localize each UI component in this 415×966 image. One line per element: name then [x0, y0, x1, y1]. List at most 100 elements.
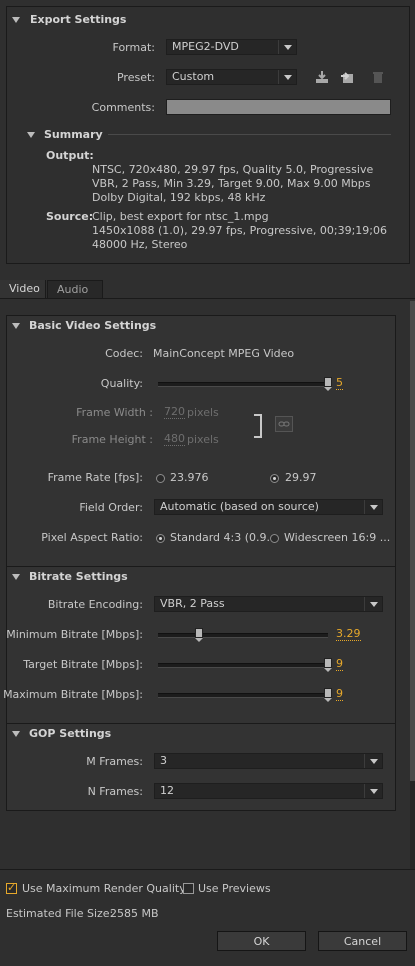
format-label: Format: [112, 41, 155, 54]
summary-title: Summary [44, 128, 103, 141]
codec-label: Codec: [105, 347, 143, 360]
save-preset-icon[interactable] [315, 70, 329, 84]
chevron-down-icon [370, 602, 378, 607]
chevron-down-icon [284, 75, 292, 80]
chevron-down-icon [370, 505, 378, 510]
min-bitrate-slider-track[interactable] [158, 633, 328, 638]
max-bitrate-slider-thumb[interactable] [324, 688, 332, 702]
gop-settings-title: GOP Settings [29, 727, 112, 740]
m-frames-value: 3 [160, 754, 167, 767]
frame-rate-radio-23976[interactable] [156, 474, 165, 483]
max-render-quality-label[interactable]: Use Maximum Render Quality [22, 882, 186, 895]
source-line-2: 1450x1088 (1.0), 29.97 fps, Progressive,… [92, 224, 388, 237]
tab-video[interactable]: Video [0, 280, 46, 298]
bitrate-encoding-dropdown[interactable]: VBR, 2 Pass [154, 596, 383, 612]
bitrate-encoding-label: Bitrate Encoding: [47, 598, 143, 611]
source-line-1: Clip, best export for ntsc_1.mpg [92, 210, 269, 223]
preset-value: Custom [172, 70, 215, 83]
collapse-summary-icon[interactable] [27, 132, 35, 138]
export-settings-title: Export Settings [30, 13, 127, 26]
par-option-widescreen: Widescreen 16:9 ... [284, 531, 391, 544]
max-render-quality-checkbox[interactable] [6, 881, 17, 894]
max-bitrate-value[interactable]: 9 [336, 688, 343, 701]
par-option-standard: Standard 4:3 (0.9... [170, 531, 278, 544]
target-bitrate-value[interactable]: 9 [336, 658, 343, 671]
output-line-2: VBR, 2 Pass, Min 3.29, Target 9.00, Max … [92, 177, 371, 190]
collapse-bitrate-icon[interactable] [12, 574, 20, 580]
frame-width-value: 720 [164, 405, 185, 419]
frame-height-unit: pixels [187, 433, 219, 446]
quality-slider-thumb[interactable] [324, 377, 332, 391]
field-order-dropdown[interactable]: Automatic (based on source) [154, 499, 383, 515]
target-bitrate-slider-track[interactable] [158, 663, 328, 668]
quality-slider-track[interactable] [158, 382, 328, 387]
dropdown-separator [364, 500, 365, 514]
m-frames-dropdown[interactable]: 3 [154, 753, 383, 769]
frame-rate-radio-2997[interactable] [270, 474, 279, 483]
frame-height-value: 480 [164, 432, 185, 446]
chain-link-icon[interactable] [275, 416, 293, 432]
frame-rate-label: Frame Rate [fps]: [47, 471, 143, 484]
field-order-value: Automatic (based on source) [160, 500, 319, 513]
format-value: MPEG2-DVD [172, 40, 239, 53]
frame-height-label: Frame Height : [71, 433, 153, 446]
use-previews-label[interactable]: Use Previews [198, 882, 271, 895]
frame-rate-option-23976: 23.976 [170, 471, 209, 484]
bitrate-encoding-value: VBR, 2 Pass [160, 597, 225, 610]
delete-preset-icon[interactable] [371, 70, 385, 84]
tab-audio[interactable]: Audio [47, 280, 103, 298]
chevron-down-icon [370, 789, 378, 794]
frame-rate-option-2997: 29.97 [285, 471, 317, 484]
preset-dropdown[interactable]: Custom [166, 69, 297, 85]
import-preset-icon[interactable] [340, 70, 354, 84]
n-frames-dropdown[interactable]: 12 [154, 783, 383, 799]
dropdown-separator [364, 784, 365, 798]
min-bitrate-label: Minimum Bitrate [Mbps]: [6, 628, 143, 641]
dropdown-separator [364, 754, 365, 768]
bitrate-settings-title: Bitrate Settings [29, 570, 128, 583]
comments-label: Comments: [91, 101, 155, 114]
n-frames-label: N Frames: [87, 785, 143, 798]
quality-value[interactable]: 5 [336, 377, 343, 390]
n-frames-value: 12 [160, 784, 174, 797]
pixel-aspect-ratio-label: Pixel Aspect Ratio: [41, 531, 143, 544]
target-bitrate-slider-thumb[interactable] [324, 658, 332, 672]
par-radio-widescreen[interactable] [270, 534, 279, 543]
codec-value: MainConcept MPEG Video [153, 347, 295, 360]
output-label: Output: [46, 149, 94, 162]
ok-button[interactable]: OK [217, 931, 306, 951]
target-bitrate-label: Target Bitrate [Mbps]: [23, 658, 143, 671]
chevron-down-icon [284, 45, 292, 50]
file-size-value: 2585 MB [110, 907, 159, 920]
cancel-button[interactable]: Cancel [318, 931, 407, 951]
quality-label: Quality: [100, 377, 143, 390]
source-label: Source: [46, 210, 94, 223]
dropdown-separator [278, 40, 279, 54]
footer-divider [0, 869, 415, 870]
collapse-basic-video-icon[interactable] [12, 323, 20, 329]
output-line-3: Dolby Digital, 192 kbps, 48 kHz [92, 191, 266, 204]
dropdown-separator [364, 597, 365, 611]
source-line-3: 48000 Hz, Stereo [92, 238, 188, 251]
dropdown-separator [278, 70, 279, 84]
max-bitrate-label: Maximum Bitrate [Mbps]: [3, 688, 143, 701]
frame-width-unit: pixels [187, 406, 219, 419]
output-line-1: NTSC, 720x480, 29.97 fps, Quality 5.0, P… [92, 163, 374, 176]
format-dropdown[interactable]: MPEG2-DVD [166, 39, 297, 55]
chevron-down-icon [370, 759, 378, 764]
collapse-gop-icon[interactable] [12, 731, 20, 737]
summary-divider [108, 134, 391, 135]
max-bitrate-slider-track[interactable] [158, 693, 328, 698]
min-bitrate-value[interactable]: 3.29 [336, 628, 361, 641]
preset-label: Preset: [116, 71, 155, 84]
scrollbar-thumb[interactable] [410, 301, 415, 781]
frame-width-label: Frame Width : [76, 406, 153, 419]
use-previews-checkbox[interactable] [183, 883, 194, 894]
basic-video-settings-title: Basic Video Settings [29, 319, 157, 332]
comments-input[interactable] [166, 99, 391, 115]
par-radio-standard[interactable] [156, 534, 165, 543]
field-order-label: Field Order: [79, 501, 143, 514]
min-bitrate-slider-thumb[interactable] [194, 628, 203, 642]
collapse-export-settings-icon[interactable] [12, 17, 20, 23]
aspect-link-bracket [254, 414, 262, 438]
